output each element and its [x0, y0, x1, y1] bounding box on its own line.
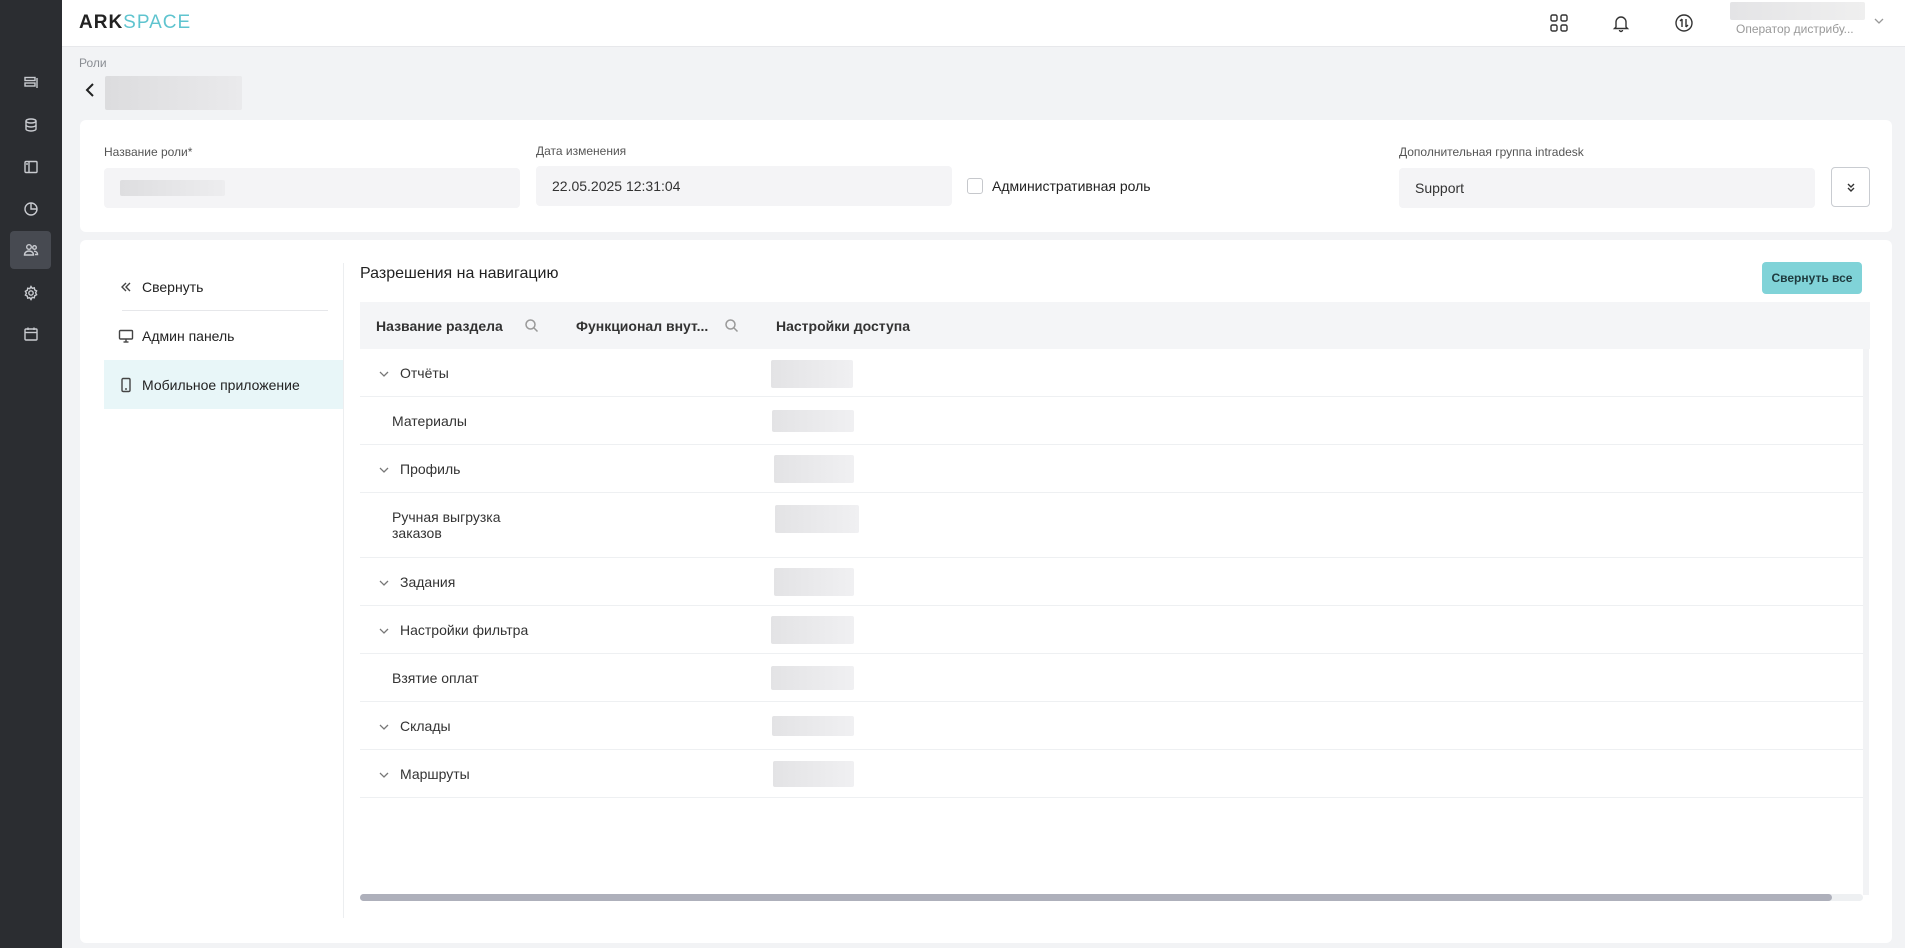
- column-header-section-name[interactable]: Название раздела: [376, 318, 503, 334]
- layout-icon[interactable]: [10, 148, 51, 186]
- chevron-down-icon[interactable]: [378, 367, 390, 379]
- monitor-icon: [118, 329, 134, 343]
- double-chevron-left-icon: [121, 282, 131, 291]
- chevron-down-icon[interactable]: [378, 624, 390, 636]
- sidebar-item-admin-panel[interactable]: Админ панель: [104, 311, 343, 360]
- table-row[interactable]: Маршруты: [360, 750, 1863, 798]
- search-icon[interactable]: [524, 318, 539, 333]
- modified-date-label: Дата изменения: [536, 144, 627, 158]
- access-setting-redacted: [773, 761, 854, 787]
- logo-part-space: SPACE: [123, 12, 192, 33]
- access-setting-redacted: [771, 616, 854, 644]
- chevron-down-icon[interactable]: [378, 576, 390, 588]
- chevron-down-icon[interactable]: [378, 720, 390, 732]
- chart-icon[interactable]: [10, 190, 51, 228]
- intradesk-group-select[interactable]: Support: [1399, 168, 1815, 208]
- sidebar-item-label: Админ панель: [142, 327, 235, 344]
- table-row[interactable]: Материалы: [360, 397, 1863, 445]
- access-setting-redacted: [775, 505, 859, 533]
- sidebar-vertical-divider: [343, 263, 344, 918]
- list-icon[interactable]: [10, 64, 51, 102]
- table-row[interactable]: Задания: [360, 558, 1863, 606]
- horizontal-scrollbar-thumb[interactable]: [360, 894, 1832, 901]
- breadcrumb[interactable]: Роли: [79, 56, 107, 70]
- sync-icon[interactable]: [1671, 10, 1697, 36]
- role-name-label: Название роли*: [104, 145, 193, 159]
- database-icon[interactable]: [10, 106, 51, 144]
- chevron-down-icon[interactable]: [378, 768, 390, 780]
- table-row[interactable]: Взятие оплат: [360, 654, 1863, 702]
- row-label: Маршруты: [400, 766, 470, 782]
- row-label: Ручная выгрузка заказов: [392, 509, 501, 541]
- collapse-all-button[interactable]: Свернуть все: [1762, 262, 1862, 294]
- modified-date-field: 22.05.2025 12:31:04: [536, 166, 952, 206]
- sidebar-item-label: Мобильное приложение: [142, 376, 300, 393]
- table-row[interactable]: Профиль: [360, 445, 1863, 493]
- access-setting-redacted: [771, 666, 854, 690]
- column-header-access-settings: Настройки доступа: [776, 318, 911, 334]
- gear-icon[interactable]: [10, 274, 51, 312]
- double-chevron-down-icon: [1847, 183, 1854, 192]
- page-title-redacted: [105, 76, 242, 110]
- mobile-icon: [121, 377, 131, 392]
- access-setting-redacted: [774, 568, 854, 596]
- apps-grid-icon[interactable]: [1546, 10, 1572, 36]
- expand-form-button[interactable]: [1831, 167, 1870, 207]
- row-label: Задания: [400, 574, 456, 590]
- sidebar-collapse-label: Свернуть: [142, 278, 204, 295]
- section-title: Разрешения на навигацию: [360, 265, 559, 282]
- chevron-down-icon[interactable]: [1872, 14, 1886, 28]
- logo-part-ark: ARK: [79, 12, 124, 33]
- sidebar-collapse-button[interactable]: Свернуть: [104, 262, 343, 311]
- access-setting-redacted: [771, 360, 853, 388]
- admin-role-checkbox[interactable]: [967, 178, 983, 194]
- vertical-scrollbar[interactable]: [1863, 349, 1869, 895]
- table-row[interactable]: Настройки фильтра: [360, 606, 1863, 654]
- users-icon[interactable]: [10, 231, 51, 269]
- access-setting-redacted: [774, 455, 854, 483]
- sidebar-item-mobile-app[interactable]: Мобильное приложение: [104, 360, 343, 409]
- user-role: Оператор дистрибу...: [1736, 22, 1854, 36]
- row-label: Настройки фильтра: [400, 622, 529, 638]
- role-name-input[interactable]: [104, 168, 520, 208]
- row-label: Отчёты: [400, 365, 449, 381]
- row-label: Склады: [400, 718, 451, 734]
- search-icon[interactable]: [724, 318, 739, 333]
- admin-role-label[interactable]: Административная роль: [992, 178, 1151, 194]
- intradesk-group-label: Дополнительная группа intradesk: [1399, 145, 1584, 159]
- access-setting-redacted: [772, 410, 854, 432]
- row-label: Профиль: [400, 461, 461, 477]
- chevron-down-icon[interactable]: [378, 463, 390, 475]
- row-label: Материалы: [392, 413, 467, 429]
- user-name-redacted: [1730, 2, 1865, 20]
- calendar-icon[interactable]: [10, 315, 51, 353]
- table-header: Название раздела Функционал внут... Наст…: [360, 302, 1870, 349]
- bell-icon[interactable]: [1608, 10, 1634, 36]
- app-logo[interactable]: ARKSPACE: [79, 12, 191, 34]
- left-rail: [0, 0, 62, 948]
- table-row[interactable]: Склады: [360, 702, 1863, 750]
- column-header-functional[interactable]: Функционал внут...: [576, 318, 708, 334]
- back-arrow-icon[interactable]: [82, 81, 98, 99]
- user-menu[interactable]: Оператор дистрибу...: [1730, 2, 1890, 42]
- row-label: Взятие оплат: [392, 670, 479, 686]
- role-name-value-redacted: [120, 180, 225, 196]
- access-setting-redacted: [772, 716, 854, 736]
- table-row[interactable]: Ручная выгрузка заказов: [360, 493, 1863, 558]
- top-bar: ARKSPACE Оператор дистрибу...: [62, 0, 1905, 47]
- table-row[interactable]: Отчёты: [360, 349, 1863, 397]
